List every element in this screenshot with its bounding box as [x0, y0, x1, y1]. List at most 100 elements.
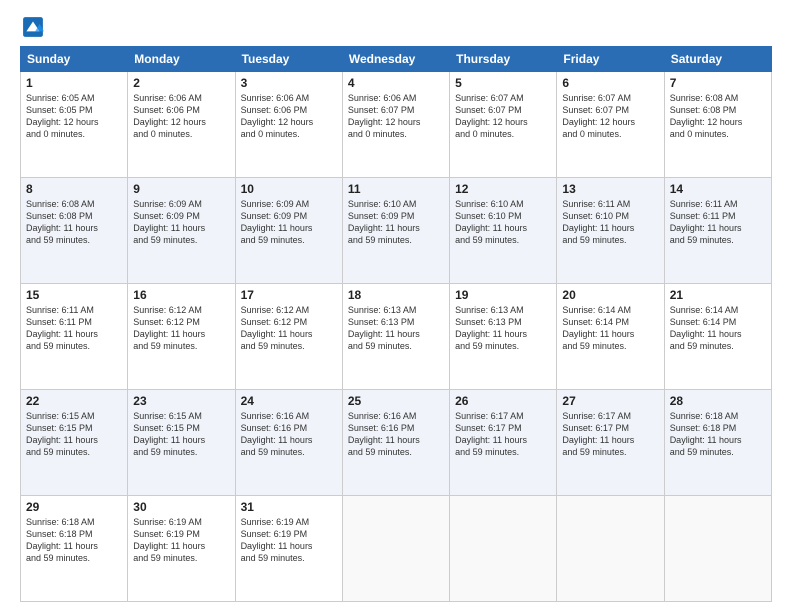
calendar-header-row: SundayMondayTuesdayWednesdayThursdayFrid… [21, 47, 772, 72]
calendar-week-row: 1 Sunrise: 6:05 AMSunset: 6:05 PMDaylight… [21, 72, 772, 178]
day-info: Sunrise: 6:15 AMSunset: 6:15 PMDaylight:… [26, 410, 122, 459]
col-header-monday: Monday [128, 47, 235, 72]
day-number: 21 [670, 288, 766, 302]
day-number: 6 [562, 76, 658, 90]
day-info: Sunrise: 6:13 AMSunset: 6:13 PMDaylight:… [348, 304, 444, 353]
day-info: Sunrise: 6:08 AMSunset: 6:08 PMDaylight:… [670, 92, 766, 141]
day-info: Sunrise: 6:06 AMSunset: 6:06 PMDaylight:… [133, 92, 229, 141]
day-info: Sunrise: 6:11 AMSunset: 6:10 PMDaylight:… [562, 198, 658, 247]
day-number: 1 [26, 76, 122, 90]
day-info: Sunrise: 6:07 AMSunset: 6:07 PMDaylight:… [455, 92, 551, 141]
calendar-cell: 20 Sunrise: 6:14 AMSunset: 6:14 PMDayligh… [557, 284, 664, 390]
col-header-wednesday: Wednesday [342, 47, 449, 72]
day-number: 10 [241, 182, 337, 196]
col-header-saturday: Saturday [664, 47, 771, 72]
day-info: Sunrise: 6:08 AMSunset: 6:08 PMDaylight:… [26, 198, 122, 247]
col-header-tuesday: Tuesday [235, 47, 342, 72]
calendar-cell: 25 Sunrise: 6:16 AMSunset: 6:16 PMDayligh… [342, 390, 449, 496]
day-number: 13 [562, 182, 658, 196]
day-number: 23 [133, 394, 229, 408]
calendar-cell: 2 Sunrise: 6:06 AMSunset: 6:06 PMDaylight… [128, 72, 235, 178]
day-number: 16 [133, 288, 229, 302]
calendar-cell: 30Sunrise: 6:19 AMSunset: 6:19 PMDayligh… [128, 496, 235, 602]
day-number: 26 [455, 394, 551, 408]
day-info: Sunrise: 6:18 AMSunset: 6:18 PMDaylight:… [670, 410, 766, 459]
calendar-week-row: 15 Sunrise: 6:11 AMSunset: 6:11 PMDayligh… [21, 284, 772, 390]
col-header-thursday: Thursday [450, 47, 557, 72]
day-number: 15 [26, 288, 122, 302]
col-header-friday: Friday [557, 47, 664, 72]
calendar-cell: 4 Sunrise: 6:06 AMSunset: 6:07 PMDaylight… [342, 72, 449, 178]
header [20, 16, 772, 38]
day-number: 24 [241, 394, 337, 408]
calendar-cell [557, 496, 664, 602]
calendar-cell: 11 Sunrise: 6:10 AMSunset: 6:09 PMDayligh… [342, 178, 449, 284]
day-info: Sunrise: 6:10 AMSunset: 6:09 PMDaylight:… [348, 198, 444, 247]
calendar-cell: 18 Sunrise: 6:13 AMSunset: 6:13 PMDayligh… [342, 284, 449, 390]
day-info: Sunrise: 6:12 AMSunset: 6:12 PMDaylight:… [133, 304, 229, 353]
day-info: Sunrise: 6:12 AMSunset: 6:12 PMDaylight:… [241, 304, 337, 353]
logo-icon [22, 16, 44, 38]
day-info: Sunrise: 6:17 AMSunset: 6:17 PMDaylight:… [562, 410, 658, 459]
calendar-cell: 7 Sunrise: 6:08 AMSunset: 6:08 PMDaylight… [664, 72, 771, 178]
calendar-cell [450, 496, 557, 602]
day-number: 19 [455, 288, 551, 302]
calendar-cell: 15 Sunrise: 6:11 AMSunset: 6:11 PMDayligh… [21, 284, 128, 390]
day-number: 31 [241, 500, 337, 514]
calendar-cell [664, 496, 771, 602]
calendar-cell: 19 Sunrise: 6:13 AMSunset: 6:13 PMDayligh… [450, 284, 557, 390]
day-info: Sunrise: 6:13 AMSunset: 6:13 PMDaylight:… [455, 304, 551, 353]
calendar-table: SundayMondayTuesdayWednesdayThursdayFrid… [20, 46, 772, 602]
day-number: 22 [26, 394, 122, 408]
day-number: 25 [348, 394, 444, 408]
day-info: Sunrise: 6:10 AMSunset: 6:10 PMDaylight:… [455, 198, 551, 247]
calendar-cell: 8 Sunrise: 6:08 AMSunset: 6:08 PMDaylight… [21, 178, 128, 284]
day-info: Sunrise: 6:18 AMSunset: 6:18 PMDaylight:… [26, 516, 122, 565]
day-info: Sunrise: 6:11 AMSunset: 6:11 PMDaylight:… [26, 304, 122, 353]
calendar-cell: 28 Sunrise: 6:18 AMSunset: 6:18 PMDayligh… [664, 390, 771, 496]
day-number: 27 [562, 394, 658, 408]
calendar-cell: 5 Sunrise: 6:07 AMSunset: 6:07 PMDaylight… [450, 72, 557, 178]
calendar-cell: 23 Sunrise: 6:15 AMSunset: 6:15 PMDayligh… [128, 390, 235, 496]
calendar-cell: 10Sunrise: 6:09 AMSunset: 6:09 PMDayligh… [235, 178, 342, 284]
day-number: 20 [562, 288, 658, 302]
day-number: 2 [133, 76, 229, 90]
day-number: 7 [670, 76, 766, 90]
calendar-cell: 3Sunrise: 6:06 AMSunset: 6:06 PMDaylight… [235, 72, 342, 178]
day-info: Sunrise: 6:16 AMSunset: 6:16 PMDaylight:… [348, 410, 444, 459]
calendar-cell: 22 Sunrise: 6:15 AMSunset: 6:15 PMDayligh… [21, 390, 128, 496]
calendar-week-row: 29 Sunrise: 6:18 AMSunset: 6:18 PMDayligh… [21, 496, 772, 602]
day-info: Sunrise: 6:15 AMSunset: 6:15 PMDaylight:… [133, 410, 229, 459]
calendar-cell: 1 Sunrise: 6:05 AMSunset: 6:05 PMDaylight… [21, 72, 128, 178]
calendar-cell: 14Sunrise: 6:11 AMSunset: 6:11 PMDayligh… [664, 178, 771, 284]
day-info: Sunrise: 6:06 AMSunset: 6:07 PMDaylight:… [348, 92, 444, 141]
day-number: 4 [348, 76, 444, 90]
col-header-sunday: Sunday [21, 47, 128, 72]
day-number: 11 [348, 182, 444, 196]
calendar-cell: 31 Sunrise: 6:19 AMSunset: 6:19 PMDayligh… [235, 496, 342, 602]
day-number: 8 [26, 182, 122, 196]
calendar-cell: 6Sunrise: 6:07 AMSunset: 6:07 PMDaylight… [557, 72, 664, 178]
calendar-cell: 16 Sunrise: 6:12 AMSunset: 6:12 PMDayligh… [128, 284, 235, 390]
day-info: Sunrise: 6:17 AMSunset: 6:17 PMDaylight:… [455, 410, 551, 459]
day-info: Sunrise: 6:19 AMSunset: 6:19 PMDaylight:… [241, 516, 337, 565]
day-number: 12 [455, 182, 551, 196]
calendar-cell: 27 Sunrise: 6:17 AMSunset: 6:17 PMDayligh… [557, 390, 664, 496]
calendar-cell: 26 Sunrise: 6:17 AMSunset: 6:17 PMDayligh… [450, 390, 557, 496]
day-info: Sunrise: 6:14 AMSunset: 6:14 PMDaylight:… [670, 304, 766, 353]
day-info: Sunrise: 6:05 AMSunset: 6:05 PMDaylight:… [26, 92, 122, 141]
calendar-cell: 13 Sunrise: 6:11 AMSunset: 6:10 PMDayligh… [557, 178, 664, 284]
day-number: 5 [455, 76, 551, 90]
calendar-cell: 24Sunrise: 6:16 AMSunset: 6:16 PMDayligh… [235, 390, 342, 496]
day-number: 28 [670, 394, 766, 408]
day-number: 17 [241, 288, 337, 302]
calendar-cell: 12 Sunrise: 6:10 AMSunset: 6:10 PMDayligh… [450, 178, 557, 284]
day-info: Sunrise: 6:19 AMSunset: 6:19 PMDaylight:… [133, 516, 229, 565]
calendar-cell [342, 496, 449, 602]
day-info: Sunrise: 6:14 AMSunset: 6:14 PMDaylight:… [562, 304, 658, 353]
day-number: 18 [348, 288, 444, 302]
day-number: 29 [26, 500, 122, 514]
calendar-cell: 29 Sunrise: 6:18 AMSunset: 6:18 PMDayligh… [21, 496, 128, 602]
calendar-cell: 9Sunrise: 6:09 AMSunset: 6:09 PMDaylight… [128, 178, 235, 284]
calendar-week-row: 22 Sunrise: 6:15 AMSunset: 6:15 PMDayligh… [21, 390, 772, 496]
